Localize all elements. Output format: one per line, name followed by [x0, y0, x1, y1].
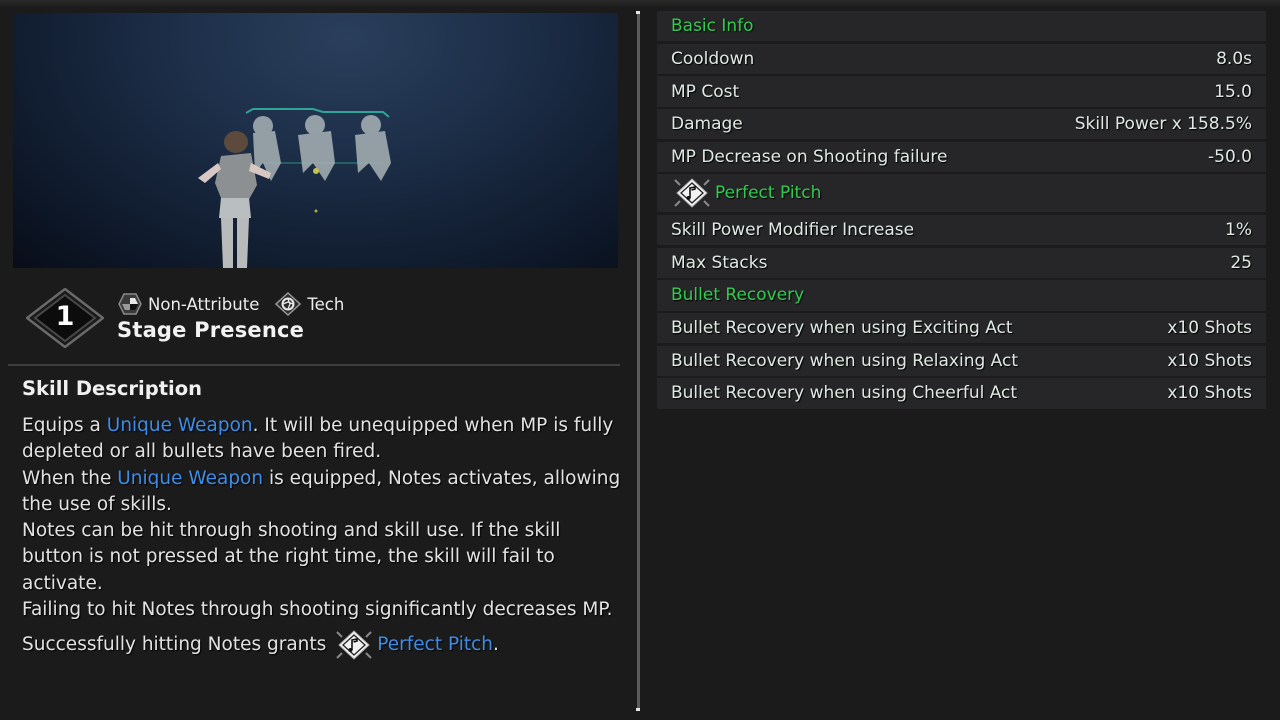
- stat-label: Bullet Recovery when using Relaxing Act: [671, 350, 1019, 371]
- stat-value: 15.0: [1214, 81, 1252, 102]
- skill-description-title: Skill Description: [22, 377, 202, 400]
- stat-row-mp-cost: MP Cost 15.0: [657, 76, 1266, 107]
- type-tag: Tech: [275, 292, 344, 316]
- description-text: .: [493, 634, 499, 656]
- scrollbar-cap-bottom: [636, 708, 640, 711]
- description-paragraph: Successfully hitting Notes grants Perfec…: [22, 629, 622, 661]
- skill-detail-panel: 1 Non-Attribute Tech Stage Presence Skil…: [0, 0, 636, 720]
- skill-description: Equips a Unique Weapon. It will be unequ…: [22, 413, 622, 661]
- section-title: Bullet Recovery: [671, 285, 805, 306]
- non-attribute-icon: [118, 293, 142, 315]
- description-paragraph: Failing to hit Notes through shooting si…: [22, 597, 622, 623]
- section-divider: [8, 364, 620, 366]
- stat-value: -50.0: [1208, 146, 1252, 167]
- description-paragraph: When the Unique Weapon is equipped, Note…: [22, 466, 622, 519]
- stat-row-max-stacks: Max Stacks 25: [657, 247, 1266, 278]
- stat-label: Bullet Recovery when using Exciting Act: [671, 318, 1013, 339]
- section-header-bullet-recovery: Bullet Recovery: [657, 280, 1266, 311]
- skill-tags: Non-Attribute Tech: [118, 292, 354, 316]
- skill-preview-video[interactable]: [13, 13, 618, 268]
- perfect-pitch-icon: [674, 178, 710, 209]
- stat-row-bullet-recovery-exciting: Bullet Recovery when using Exciting Act …: [657, 312, 1266, 344]
- attribute-label: Non-Attribute: [148, 294, 260, 314]
- stat-row-cooldown: Cooldown 8.0s: [657, 43, 1266, 74]
- scrollbar-cap-top: [636, 11, 640, 14]
- stat-row-bullet-recovery-cheerful: Bullet Recovery when using Cheerful Act …: [657, 378, 1266, 409]
- stat-value: Skill Power x 158.5%: [1074, 114, 1252, 135]
- stat-label: Damage: [671, 114, 743, 135]
- keyword-link-unique-weapon[interactable]: Unique Weapon: [107, 415, 253, 436]
- vertical-scrollbar[interactable]: [636, 11, 640, 711]
- description-paragraph: Notes can be hit through shooting and sk…: [22, 518, 622, 597]
- stat-row-skill-power-modifier: Skill Power Modifier Increase 1%: [657, 214, 1266, 246]
- stat-label: Bullet Recovery when using Cheerful Act: [671, 383, 1018, 404]
- preview-play-area[interactable]: [13, 13, 618, 268]
- tech-icon: [275, 292, 302, 316]
- description-text: Failing to hit Notes through shooting si…: [22, 599, 613, 621]
- skill-rank-badge: 1: [26, 288, 104, 348]
- description-text: Equips a: [22, 415, 107, 436]
- stat-value: x10 Shots: [1167, 383, 1252, 404]
- keyword-link-unique-weapon[interactable]: Unique Weapon: [117, 468, 263, 489]
- description-text: Notes can be hit through shooting and sk…: [22, 520, 561, 594]
- section-title: Perfect Pitch: [715, 183, 822, 204]
- description-paragraph: Equips a Unique Weapon. It will be unequ…: [22, 413, 622, 466]
- stat-value: x10 Shots: [1167, 350, 1252, 371]
- description-text: Successfully hitting Notes grants: [22, 634, 327, 656]
- stat-value: 1%: [1225, 219, 1252, 240]
- stat-value: x10 Shots: [1167, 318, 1252, 339]
- stat-row-damage: Damage Skill Power x 158.5%: [657, 109, 1266, 140]
- description-text: When the: [22, 467, 118, 489]
- stat-label: Skill Power Modifier Increase: [671, 219, 915, 240]
- type-label: Tech: [307, 294, 345, 314]
- skill-stats-panel: Basic Info Cooldown 8.0s MP Cost 15.0 Da…: [657, 11, 1266, 411]
- stat-row-bullet-recovery-relaxing: Bullet Recovery when using Relaxing Act …: [657, 345, 1266, 376]
- section-header-perfect-pitch: Perfect Pitch: [657, 174, 1266, 213]
- keyword-link-perfect-pitch[interactable]: Perfect Pitch: [377, 632, 493, 658]
- stat-label: Max Stacks: [671, 252, 768, 273]
- skill-rank-number: 1: [55, 301, 75, 332]
- stat-label: MP Cost: [671, 81, 740, 102]
- section-header-basic-info: Basic Info: [657, 11, 1266, 42]
- perfect-pitch-icon: [336, 630, 373, 661]
- attribute-tag: Non-Attribute: [118, 293, 259, 315]
- stat-value: 25: [1230, 252, 1252, 273]
- section-title: Basic Info: [671, 16, 754, 37]
- skill-name: Stage Presence: [117, 318, 305, 342]
- skill-header: 1 Non-Attribute Tech Stage Presence: [26, 286, 626, 350]
- stat-label: MP Decrease on Shooting failure: [671, 146, 948, 167]
- stat-row-mp-decrease: MP Decrease on Shooting failure -50.0: [657, 141, 1266, 173]
- stat-label: Cooldown: [671, 48, 755, 69]
- stat-value: 8.0s: [1216, 48, 1252, 69]
